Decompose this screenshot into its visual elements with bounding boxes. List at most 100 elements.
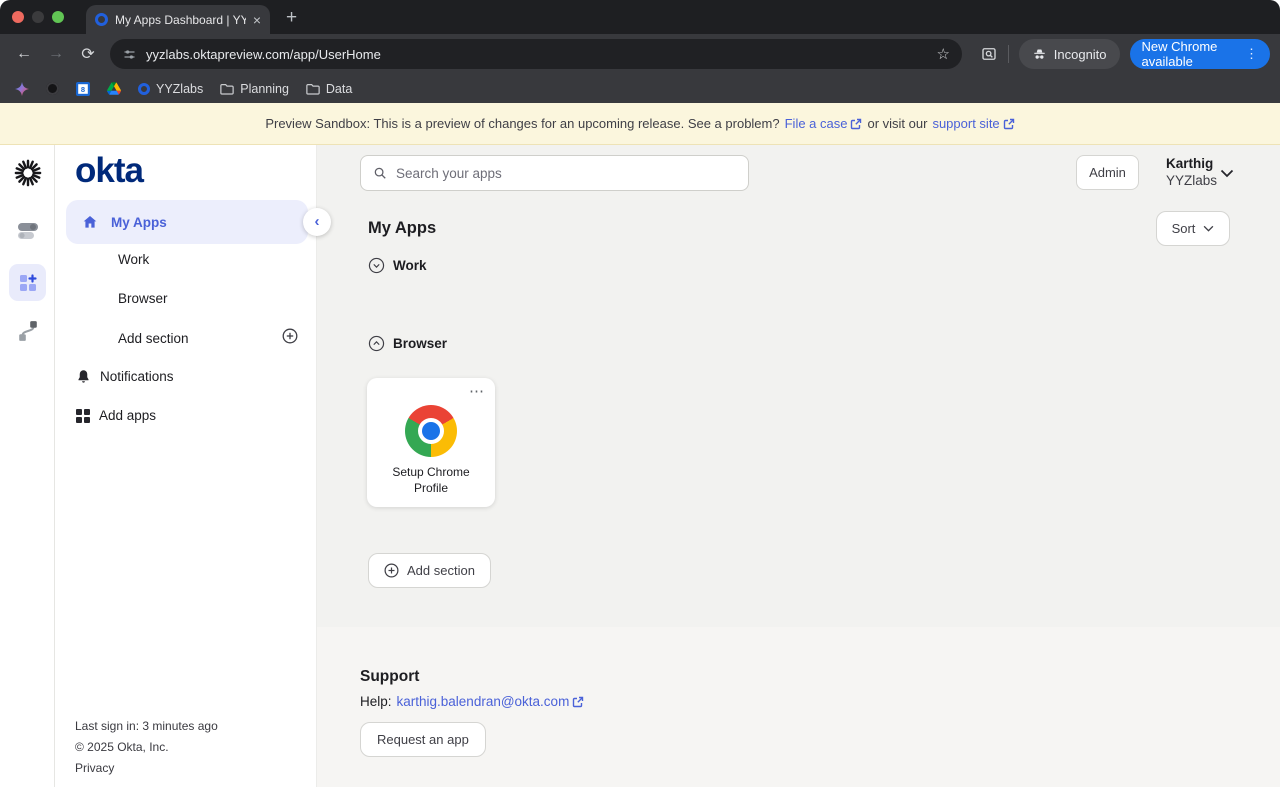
help-email-link[interactable]: karthig.balendran@okta.com (397, 694, 585, 709)
sort-label: Sort (1172, 221, 1196, 236)
main-content: Admin Karthig YYZlabs My Apps Sort Work … (317, 145, 1280, 787)
site-settings-icon[interactable] (122, 47, 137, 62)
support-help-row: Help: karthig.balendran@okta.com (360, 694, 584, 709)
dark-site-favicon-icon[interactable] (46, 82, 59, 95)
gemini-sparkle-icon[interactable] (15, 82, 29, 96)
svg-text:8: 8 (81, 84, 85, 93)
privacy-link[interactable]: Privacy (75, 758, 218, 779)
incognito-label: Incognito (1054, 47, 1107, 62)
sidebar-item-notifications[interactable]: Notifications (76, 369, 174, 384)
chevron-up-circle-icon[interactable] (368, 335, 385, 352)
sidebar-item-browser[interactable]: Browser (118, 291, 168, 306)
sidebar-item-label: Add apps (99, 408, 156, 423)
url-bar[interactable]: yyzlabs.oktapreview.com/app/UserHome ☆ (110, 39, 962, 69)
toolbar-divider (1008, 45, 1009, 63)
user-chevron-down-icon[interactable] (1220, 169, 1234, 178)
chrome-logo-icon (405, 405, 457, 457)
external-link-icon (850, 118, 862, 130)
new-chrome-label: New Chrome available (1142, 39, 1236, 69)
calendar-favicon-icon[interactable]: 8 (76, 82, 90, 96)
okta-favicon-icon (95, 13, 108, 26)
search-input[interactable] (396, 166, 736, 181)
copyright-text: © 2025 Okta, Inc. (75, 737, 218, 758)
support-site-link[interactable]: support site (932, 116, 1014, 131)
workflow-icon[interactable] (0, 320, 55, 342)
app-card-setup-chrome-profile[interactable]: ⋯ Setup Chrome Profile (367, 378, 495, 507)
chevron-down-icon (1203, 225, 1214, 232)
request-an-app-button[interactable]: Request an app (360, 722, 486, 757)
search-tabs-icon[interactable] (980, 45, 998, 63)
bookmark-folder-planning[interactable]: Planning (220, 82, 289, 96)
grid-icon (76, 409, 90, 423)
section-label: Browser (393, 336, 447, 351)
sidebar-item-my-apps[interactable]: My Apps (66, 200, 308, 244)
reload-icon[interactable]: ⟳ (74, 44, 102, 64)
sidebar-item-label: Notifications (100, 369, 174, 384)
add-section-button[interactable]: Add section (368, 553, 491, 588)
url-text[interactable]: yyzlabs.oktapreview.com/app/UserHome (146, 47, 928, 62)
zoom-window-button[interactable] (52, 11, 64, 23)
external-link-icon (572, 696, 584, 708)
sidebar-item-label: My Apps (111, 215, 167, 230)
support-site-label: support site (932, 116, 999, 131)
starburst-extension-icon[interactable] (0, 159, 55, 187)
sidebar-footer: Last sign in: 3 minutes ago © 2025 Okta,… (75, 716, 218, 779)
bookmark-label: Planning (240, 82, 289, 96)
add-section-plus-icon[interactable] (282, 328, 298, 344)
add-section-label: Add section (407, 563, 475, 578)
section-header-work[interactable]: Work (368, 257, 427, 274)
bookmark-label: YYZlabs (156, 82, 203, 96)
add-apps-extension-icon[interactable] (9, 264, 46, 301)
sort-button[interactable]: Sort (1156, 211, 1230, 246)
browser-tab-strip: My Apps Dashboard | YYZlab × + (0, 0, 1280, 34)
file-a-case-label: File a case (785, 116, 848, 131)
chevron-down-circle-icon[interactable] (368, 257, 385, 274)
user-name: Karthig (1166, 156, 1217, 171)
sidebar-item-add-apps[interactable]: Add apps (76, 408, 156, 423)
admin-button[interactable]: Admin (1076, 155, 1139, 190)
search-icon (373, 166, 387, 180)
bell-icon (76, 369, 91, 384)
chrome-menu-icon[interactable]: ⋮ (1245, 46, 1258, 62)
section-header-browser[interactable]: Browser (368, 335, 447, 352)
minimize-window-button[interactable] (32, 11, 44, 23)
incognito-badge: Incognito (1019, 39, 1120, 69)
close-window-button[interactable] (12, 11, 24, 23)
help-label: Help: (360, 694, 392, 709)
preview-sandbox-banner: Preview Sandbox: This is a preview of ch… (0, 103, 1280, 145)
page-title: My Apps (368, 219, 436, 238)
sidebar-collapse-button[interactable]: ‹ (303, 208, 331, 236)
folder-icon (306, 83, 320, 95)
external-link-icon (1003, 118, 1015, 130)
browser-toolbar: ← → ⟳ yyzlabs.oktapreview.com/app/UserHo… (0, 34, 1280, 74)
toggles-icon[interactable] (0, 221, 55, 241)
macos-window-controls[interactable] (12, 11, 64, 23)
user-menu[interactable]: Karthig YYZlabs (1166, 156, 1217, 188)
okta-sidebar: okta My Apps Work Browser Add section No… (55, 145, 317, 787)
forward-icon: → (42, 45, 70, 63)
app-card-menu-icon[interactable]: ⋯ (469, 382, 485, 400)
home-icon (82, 214, 98, 230)
app-search[interactable] (360, 155, 749, 191)
extension-rail (0, 145, 55, 787)
section-label: Work (393, 258, 427, 273)
sidebar-item-work[interactable]: Work (118, 252, 149, 267)
bookmark-yyzlabs[interactable]: YYZlabs (138, 82, 203, 96)
bookmark-folder-data[interactable]: Data (306, 82, 352, 96)
browser-tab[interactable]: My Apps Dashboard | YYZlab × (86, 5, 270, 34)
bookmark-star-icon[interactable]: ☆ (937, 45, 950, 63)
back-icon[interactable]: ← (10, 45, 38, 63)
close-tab-icon[interactable]: × (253, 12, 261, 28)
incognito-icon (1032, 47, 1047, 62)
file-a-case-link[interactable]: File a case (785, 116, 863, 131)
drive-favicon-icon[interactable] (107, 82, 121, 95)
new-chrome-available-button[interactable]: New Chrome available ⋮ (1130, 39, 1270, 69)
new-tab-button[interactable]: + (286, 5, 297, 31)
last-sign-in-text: Last sign in: 3 minutes ago (75, 716, 218, 737)
sidebar-item-add-section[interactable]: Add section (118, 331, 189, 346)
tab-title: My Apps Dashboard | YYZlab (115, 13, 246, 27)
bookmarks-bar: 8 YYZlabs Planning Data (0, 74, 1280, 103)
bookmark-label: Data (326, 82, 352, 96)
okta-favicon-icon (138, 83, 150, 95)
folder-icon (220, 83, 234, 95)
